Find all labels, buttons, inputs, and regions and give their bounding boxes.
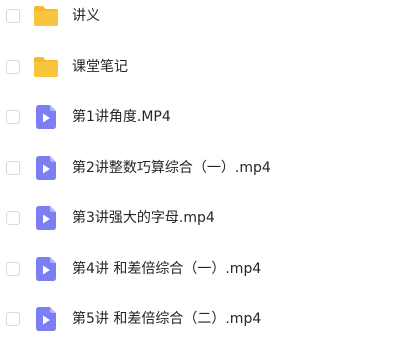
file-name[interactable]: 第5讲 和差倍综合（二）.mp4 <box>72 309 261 329</box>
list-item[interactable]: 第5讲 和差倍综合（二）.mp4 <box>0 294 400 345</box>
video-file-icon <box>33 104 59 130</box>
row-checkbox[interactable] <box>6 211 20 226</box>
row-checkbox[interactable] <box>6 261 20 276</box>
folder-icon <box>33 54 59 80</box>
row-checkbox[interactable] <box>6 59 20 74</box>
file-name[interactable]: 课堂笔记 <box>72 57 128 77</box>
file-list: 讲义 课堂笔记 第1讲角度.MP4 第2讲整数巧算综合（一）.mp4 第3讲强大… <box>0 0 400 345</box>
folder-icon <box>33 3 59 29</box>
list-item[interactable]: 讲义 <box>0 0 400 42</box>
list-item[interactable]: 第2讲整数巧算综合（一）.mp4 <box>0 143 400 194</box>
file-name[interactable]: 讲义 <box>72 6 100 26</box>
row-checkbox[interactable] <box>6 312 20 327</box>
list-item[interactable]: 课堂笔记 <box>0 42 400 93</box>
list-item[interactable]: 第1讲角度.MP4 <box>0 92 400 143</box>
video-file-icon <box>33 205 59 231</box>
row-checkbox[interactable] <box>6 9 20 24</box>
video-file-icon <box>33 256 59 282</box>
row-checkbox[interactable] <box>6 110 20 125</box>
file-name[interactable]: 第3讲强大的字母.mp4 <box>72 208 215 228</box>
video-file-icon <box>33 155 59 181</box>
row-checkbox[interactable] <box>6 160 20 175</box>
list-item[interactable]: 第3讲强大的字母.mp4 <box>0 193 400 244</box>
file-name[interactable]: 第4讲 和差倍综合（一）.mp4 <box>72 259 261 279</box>
file-name[interactable]: 第1讲角度.MP4 <box>72 107 171 127</box>
list-item[interactable]: 第4讲 和差倍综合（一）.mp4 <box>0 244 400 295</box>
file-name[interactable]: 第2讲整数巧算综合（一）.mp4 <box>72 158 271 178</box>
video-file-icon <box>33 306 59 332</box>
